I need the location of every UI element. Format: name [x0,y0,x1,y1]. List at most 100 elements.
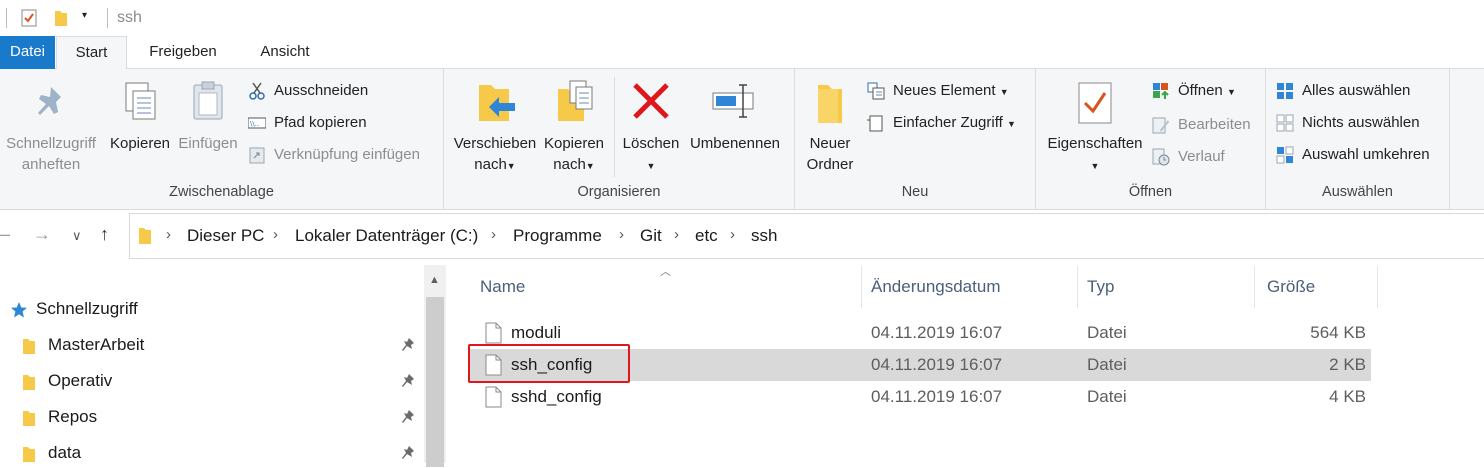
file-name: moduli [511,323,562,342]
move-to-icon [479,85,515,121]
clipboard-group-label: Zwischenablage [169,184,274,200]
paste-shortcut-label: Verknüpfung einfügen [274,146,420,163]
up-arrow-icon[interactable]: ↑ [100,224,109,245]
copy-to-button[interactable]: Kopieren nach▼ [540,77,608,177]
select-group: Alles auswählen Nichts auswählen Auswahl… [1266,69,1450,210]
folder-icon [139,228,151,244]
paste-shortcut-icon [249,147,265,164]
organize-separator [614,77,615,177]
column-header-name[interactable]: Name [470,263,862,309]
breadcrumb-git[interactable]: Git [640,226,662,246]
file-row[interactable]: sshd_config 04.11.2019 16:07 Datei 4 KB [470,381,1371,413]
navpane-scrollbar[interactable]: ▲ [424,265,446,467]
open-group: Eigenschaften ▼ Öffnen ▼ Bearbeiten Verl… [1036,69,1266,210]
easy-access-text: Einfacher Zugriff [893,114,1003,131]
breadcrumb-chevron-icon[interactable]: › [674,226,679,243]
rename-button[interactable]: Umbenennen [684,77,786,154]
nav-item-quick-access[interactable]: Schnellzugriff [0,294,420,324]
column-header-date[interactable]: Änderungsdatum [862,263,1078,309]
copy-label: Kopieren [109,135,171,152]
copy-button[interactable]: Kopieren [106,77,174,154]
nav-item-operativ[interactable]: Operativ [0,366,420,396]
column-header-size[interactable]: Größe [1255,263,1377,309]
new-folder-button[interactable]: Neuer Ordner [799,77,861,175]
star-icon [11,302,27,318]
paste-button[interactable]: Einfügen [175,77,241,154]
move-to-button[interactable]: Verschieben nach▼ [450,77,540,177]
window-title: ssh [117,9,142,26]
scrollbar-thumb[interactable] [426,297,444,467]
ribbon: Schnellzugriff anheften Kopieren Einfüge… [0,69,1484,210]
nav-item-repos[interactable]: Repos [0,402,420,432]
properties-button[interactable]: Eigenschaften ▼ [1040,77,1150,177]
breadcrumb-chevron-icon[interactable]: › [491,226,496,243]
breadcrumb-local-disk[interactable]: Lokaler Datenträger (C:) [295,226,478,246]
column-separator[interactable] [1377,266,1378,308]
cut-label: Ausschneiden [274,82,369,99]
nav-item-data[interactable]: data [0,438,420,468]
pin-icon[interactable] [402,445,416,461]
breadcrumb-chevron-icon[interactable]: › [730,226,735,243]
delete-button[interactable]: Löschen ▼ [618,77,684,177]
scissors-icon [249,82,265,100]
breadcrumb-chevron-icon[interactable]: › [166,226,171,243]
navigation-pane: Schnellzugriff MasterArbeit Operativ Rep… [0,263,446,463]
breadcrumb-programme[interactable]: Programme [513,226,602,246]
tab-start[interactable]: Start [56,36,127,70]
open-group-label: Öffnen [1128,184,1173,200]
file-row[interactable]: moduli 04.11.2019 16:07 Datei 564 KB [470,317,1371,349]
recent-locations-icon[interactable]: ∨ [72,228,82,244]
invert-selection-icon [1276,146,1294,164]
history-label: Verlauf [1178,148,1225,165]
file-row[interactable]: ssh_config 04.11.2019 16:07 Datei 2 KB [470,349,1371,381]
nav-item-label: Operativ [48,371,113,390]
delete-x-icon [633,83,669,119]
breadcrumb-chevron-icon[interactable]: › [273,226,278,243]
pin-label-2: anheften [21,156,81,173]
new-folder-icon [818,85,842,123]
breadcrumb-etc[interactable]: etc [695,226,718,246]
titlebar-separator [107,8,108,28]
copy-to-label-1: Kopieren [543,135,605,152]
nav-item-label: MasterArbeit [48,335,145,354]
forward-arrow-icon[interactable]: → [33,224,51,245]
tab-share[interactable]: Freigeben [135,36,231,69]
tab-view[interactable]: Ansicht [244,36,326,69]
file-type: Datei [1087,323,1127,342]
easy-access-icon [867,115,883,132]
easy-access-label: Einfacher Zugriff ▼ [893,112,1016,135]
breadcrumb-ssh[interactable]: ssh [751,226,777,246]
column-header-name-label: Name [480,277,526,296]
nav-item-masterarbeit[interactable]: MasterArbeit [0,330,420,360]
rename-label: Umbenennen [689,135,781,152]
nav-item-label: Repos [48,407,98,426]
breadcrumb-chevron-icon[interactable]: › [619,226,624,243]
quick-access-dropdown-icon[interactable]: ▾ [82,10,94,26]
paste-icon [193,81,223,120]
pin-icon[interactable] [402,337,416,353]
pin-quick-access-button[interactable]: Schnellzugriff anheften [0,77,106,175]
file-type: Datei [1087,387,1127,406]
title-bar: ▾ ssh [0,0,1484,36]
scroll-up-arrow-icon[interactable]: ▲ [429,274,440,286]
address-bar[interactable]: › Dieser PC › Lokaler Datenträger (C:) ›… [129,213,1484,259]
breadcrumb-this-pc[interactable]: Dieser PC [187,226,264,246]
tab-file[interactable]: Datei [0,36,55,69]
select-none-icon [1276,114,1294,132]
easy-access-dropdown-icon: ▼ [1006,119,1016,129]
move-to-label-1: Verschieben [453,135,537,152]
history-icon [1152,148,1170,166]
properties-dropdown-icon: ▼ [1090,161,1100,171]
pin-icon[interactable] [402,373,416,389]
edit-label: Bearbeiten [1178,116,1251,133]
new-folder-quick-icon[interactable] [54,9,68,27]
properties-quick-icon[interactable] [21,8,37,27]
pin-icon[interactable] [402,409,416,425]
column-header-date-label: Änderungsdatum [871,277,1001,296]
copy-to-label-2: nach [553,156,586,173]
rename-icon [712,84,754,118]
back-arrow-icon[interactable]: – [0,224,10,245]
file-icon [485,322,502,344]
column-header-type[interactable]: Typ [1078,263,1254,309]
file-type: Datei [1087,355,1127,374]
